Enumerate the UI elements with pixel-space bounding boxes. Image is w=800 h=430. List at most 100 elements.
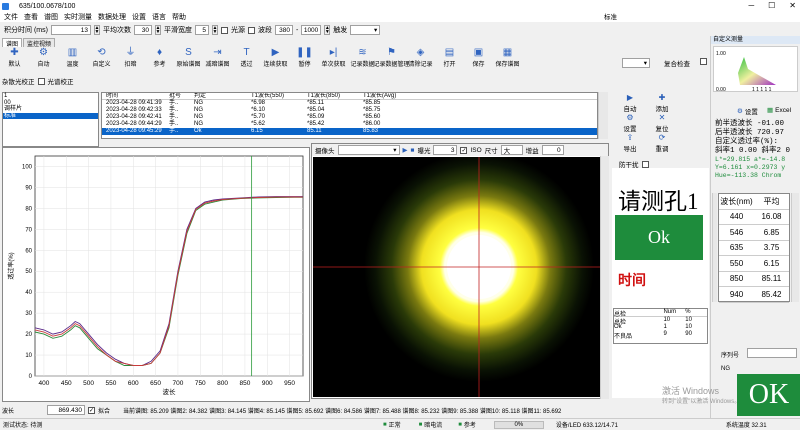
- reload-button[interactable]: ⟳ 重调: [650, 133, 674, 153]
- band-checkbox[interactable]: [247, 26, 255, 34]
- table-header-cell[interactable]: T1波长(550): [251, 93, 307, 99]
- menu-item-4[interactable]: 数据处理: [98, 12, 126, 22]
- menu-item-5[interactable]: 设置: [132, 12, 146, 22]
- settings-button[interactable]: ⚙ 设置: [618, 113, 642, 133]
- toolbar-button-4[interactable]: ⏚ 扣暗: [118, 47, 143, 68]
- list-item[interactable]: 标准: [3, 112, 98, 119]
- tab-spectrum[interactable]: 谱图: [2, 38, 23, 48]
- table-header-cell[interactable]: T1波长(Avg): [363, 93, 419, 99]
- toolbar-button-7[interactable]: ⇥ 减暗谱图: [205, 47, 230, 68]
- menu-item-2[interactable]: 谱图: [44, 12, 58, 22]
- gain-input[interactable]: 0: [541, 145, 564, 155]
- average-count-spinner[interactable]: ▲ ▼: [154, 25, 161, 35]
- maximize-button[interactable]: ☐: [768, 1, 775, 10]
- menu-item-3[interactable]: 实时测量: [64, 12, 92, 22]
- camera-image[interactable]: [313, 157, 609, 397]
- close-button[interactable]: ✕: [789, 1, 796, 10]
- table-row[interactable]: 2023-04-28 09:41:39 手.. NG *6.98 *85.11 *85.8…: [102, 100, 597, 107]
- integration-time-input[interactable]: 13: [50, 25, 91, 35]
- wl-table-row[interactable]: 635 3.75: [719, 241, 789, 256]
- table-header-cell[interactable]: 批号: [169, 93, 194, 99]
- integration-time-spinner[interactable]: ▲ ▼: [93, 25, 100, 35]
- exposure-input[interactable]: 3: [433, 145, 458, 155]
- table-row[interactable]: 2023-04-28 09:44:29 手.. NG *5.62 *85.42 *86.0…: [102, 121, 597, 128]
- table-cell: 85.11: [307, 128, 322, 134]
- toolbar-button-10[interactable]: ❚❚ 暂停: [292, 47, 317, 68]
- serial-input[interactable]: [747, 348, 797, 358]
- toolbar-button-15[interactable]: ▤ 打开: [437, 47, 462, 68]
- iso-checkbox[interactable]: [460, 146, 468, 154]
- export-button[interactable]: ⇪ 导出: [618, 133, 642, 153]
- table-header-cell[interactable]: T1波长(850): [307, 93, 363, 99]
- wl-table-row[interactable]: 550 6.15: [719, 256, 789, 272]
- wl-table-row[interactable]: 940 85.42: [719, 287, 789, 303]
- camera-play-icon[interactable]: ▶: [403, 146, 408, 154]
- wavelength-input[interactable]: 869.430: [47, 405, 86, 415]
- composite-check-checkbox[interactable]: [700, 58, 707, 65]
- reset-button[interactable]: ✕ 复位: [650, 113, 674, 133]
- toolbar-button-5[interactable]: ♦ 参考: [147, 47, 172, 68]
- light-source-checkbox[interactable]: [220, 26, 228, 34]
- table-row[interactable]: 2023-04-28 09:45:29 手.. Ok 6.15 85.11 85.83: [102, 128, 597, 135]
- smooth-width-input[interactable]: 5: [194, 25, 209, 35]
- toolbar-button-9[interactable]: ▶ 连续获取: [263, 47, 288, 68]
- menu-item-7[interactable]: 帮助: [172, 12, 186, 22]
- toolbar-button-8[interactable]: T 透过: [234, 47, 259, 68]
- auto-button[interactable]: ▶ 自动: [618, 93, 642, 113]
- camera-scrollbar[interactable]: [600, 156, 609, 399]
- settings-button[interactable]: ⚙ 设置: [737, 106, 758, 116]
- standard-select[interactable]: ▾: [622, 58, 650, 68]
- table-row[interactable]: 2023-04-28 09:42:41 手.. NG *5.70 *85.09 *85.6…: [102, 114, 597, 121]
- add-button[interactable]: ✚ 添加: [650, 93, 674, 113]
- table-header-cell[interactable]: 时间: [106, 93, 169, 99]
- band-start-input[interactable]: 380: [274, 25, 293, 35]
- tab-monitor-video[interactable]: 监控视频: [23, 38, 56, 48]
- wavelength-average-table[interactable]: 波长(nm) 平均 440 16.08 546 6.85 635 3.75 550 6.15 850…: [718, 193, 790, 303]
- toolbar-button-16[interactable]: ▣ 保存: [466, 47, 491, 68]
- composite-check-label: 复合检查: [664, 61, 690, 68]
- toolbar-button-12[interactable]: ≋ 记录数据: [350, 47, 375, 68]
- table-scrollbar[interactable]: [598, 92, 608, 139]
- toolbar-button-2[interactable]: ▥ 温度: [60, 47, 85, 68]
- toolbar-button-14[interactable]: ◈ 清除记录: [408, 47, 433, 68]
- menu-item-0[interactable]: 文件: [4, 12, 18, 22]
- progress-indicator: 0%: [493, 420, 544, 429]
- table-scroll-left[interactable]: [712, 193, 717, 302]
- record-table[interactable]: 时间 批号 判定 T1波长(550) T1波长(850) T1波长(Avg) 2023-0…: [101, 92, 598, 139]
- sample-list[interactable]: 1 00 调样片 标准: [2, 92, 99, 147]
- toolbar-button-13[interactable]: ⚑ 记录数据管理: [374, 47, 410, 68]
- y-tick-label: 20: [25, 332, 32, 338]
- trigger-select[interactable]: ▾: [350, 25, 381, 35]
- menu-item-6[interactable]: 语言: [152, 12, 166, 22]
- toolbar-button-3[interactable]: ⟲ 自定义: [89, 47, 114, 68]
- spectrum-chart[interactable]: 0 10 20 30 40 50 60 70 80 90 100 400 450 500 550 600 650…: [3, 148, 309, 401]
- average-count-input[interactable]: 30: [133, 25, 152, 35]
- anti-interference-checkbox[interactable]: [641, 160, 649, 168]
- minimize-button[interactable]: ─: [748, 1, 754, 10]
- camera-stop-icon[interactable]: ■: [411, 147, 415, 154]
- x-tick-label: 650: [150, 380, 161, 387]
- wl-table-row[interactable]: 850 85.11: [719, 272, 789, 287]
- smooth-width-spinner[interactable]: ▲ ▼: [211, 25, 218, 35]
- stats-header: 总检 Num%: [614, 309, 707, 318]
- size-select[interactable]: 大: [500, 145, 523, 155]
- table-scroll-right[interactable]: [791, 193, 799, 302]
- toolbar-button-0[interactable]: ✚ 默认: [2, 47, 27, 68]
- excel-button[interactable]: ▦ Excel: [767, 106, 791, 115]
- toolbar-button-11[interactable]: ▸| 单次获取: [321, 47, 346, 68]
- table-header-cell[interactable]: 判定: [194, 93, 251, 99]
- fit-checkbox[interactable]: [88, 406, 96, 414]
- wl-table-row[interactable]: 440 16.08: [719, 210, 789, 225]
- band-end-input[interactable]: 1000: [301, 25, 322, 35]
- menu-item-1[interactable]: 查看: [24, 12, 38, 22]
- plot-area: [34, 155, 304, 377]
- toolbar-button-6[interactable]: S 原始谱图: [176, 47, 201, 68]
- toolbar-label-7: 减暗谱图: [205, 62, 230, 68]
- table-row[interactable]: 2023-04-28 09:42:33 手.. NG *6.10 *85.04 *85.7…: [102, 107, 597, 114]
- toolbar-button-1[interactable]: ⚙ 自动: [31, 47, 56, 68]
- toolbar-button-17[interactable]: ▦ 保存谱图: [495, 47, 520, 68]
- band-end-spinner[interactable]: ▲ ▼: [324, 25, 331, 35]
- wl-table-row[interactable]: 546 6.85: [719, 225, 789, 241]
- camera-select[interactable]: ▾: [337, 145, 400, 155]
- stray-light-checkbox[interactable]: [37, 77, 45, 85]
